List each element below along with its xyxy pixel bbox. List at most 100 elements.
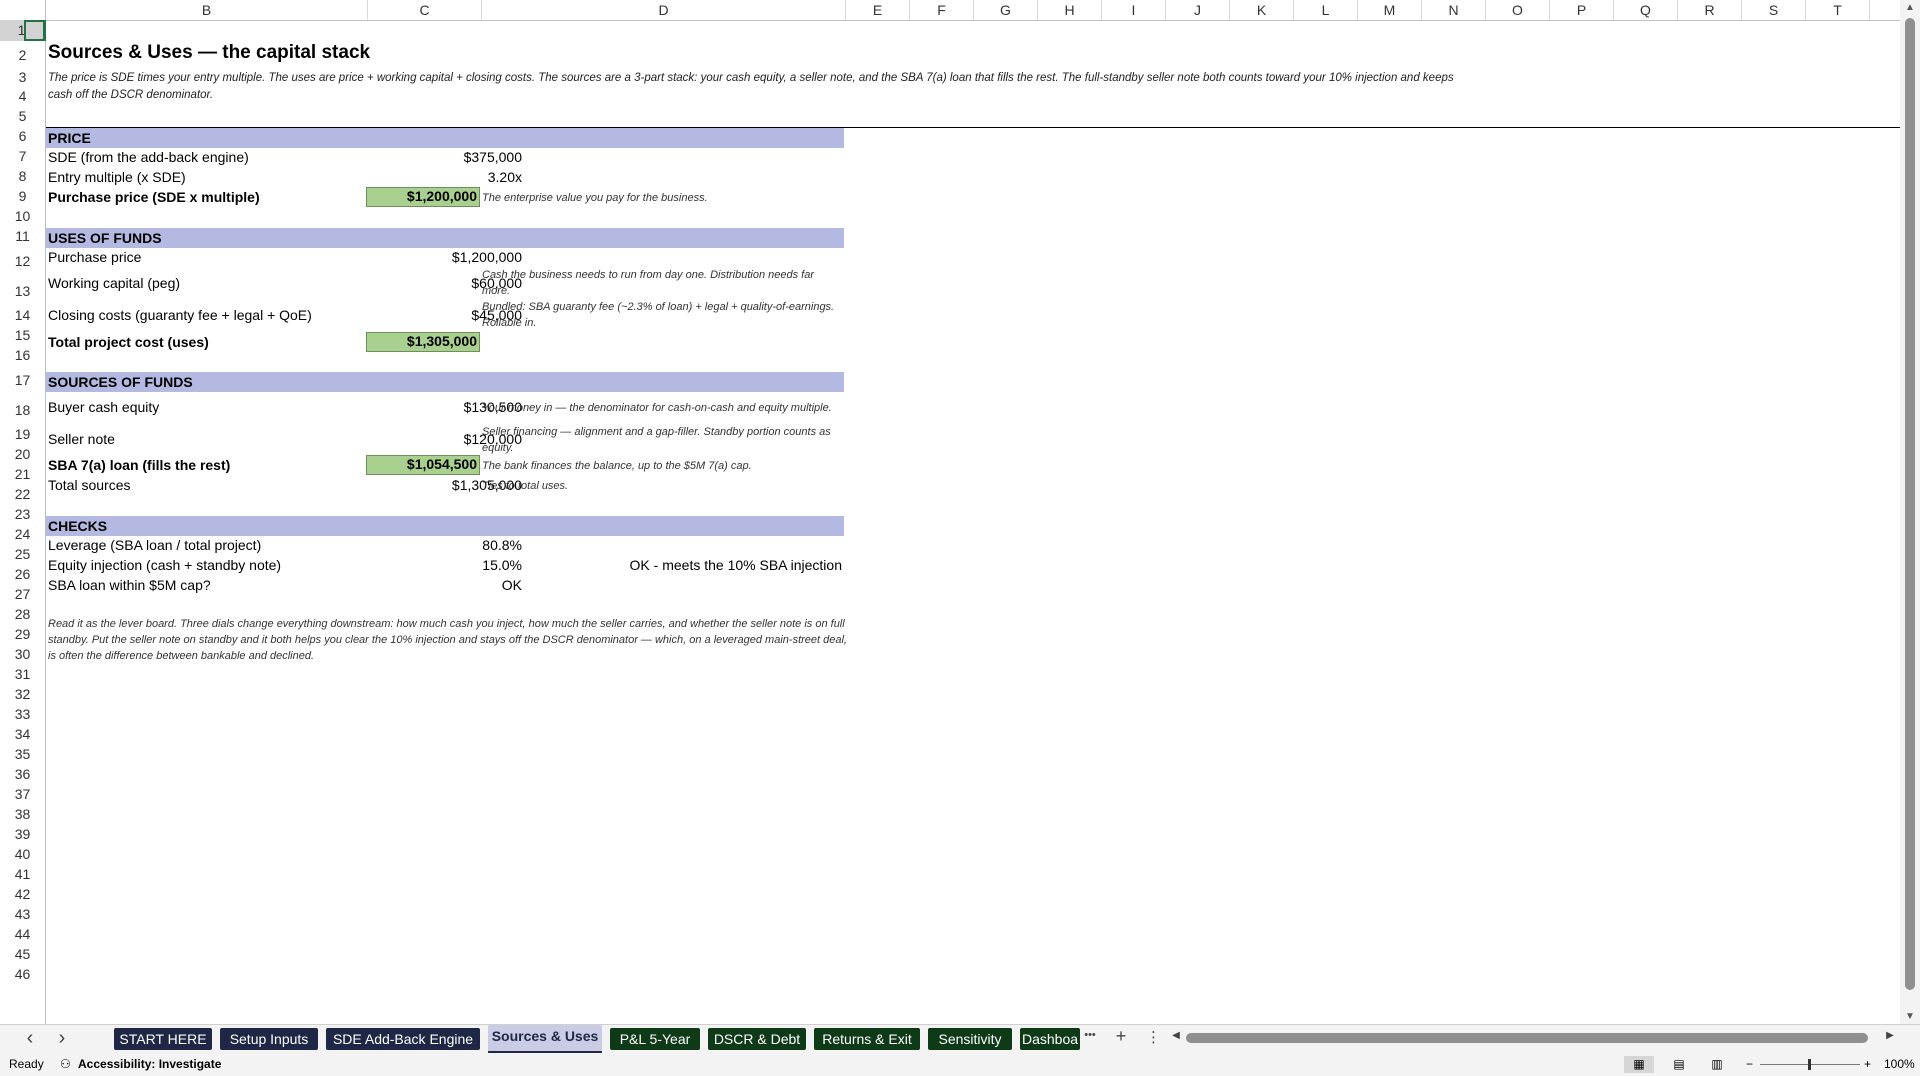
column-header-b[interactable]: B [46,0,368,20]
column-header-l[interactable]: L [1294,0,1358,20]
row-header-45[interactable]: 45 [0,944,45,964]
injection-label[interactable]: Equity injection (cash + standby note) [48,557,281,573]
leverage-label[interactable]: Leverage (SBA loan / total project) [48,537,261,553]
row-header-3[interactable]: 3 [0,69,45,86]
row-header-7[interactable]: 7 [0,146,45,166]
buyer-equity-label[interactable]: Buyer cash equity [48,399,159,415]
column-header-s[interactable]: S [1742,0,1806,20]
row-header-15[interactable]: 15 [0,325,45,345]
scroll-down-arrow-icon[interactable]: ▼ [1905,1011,1915,1022]
scroll-up-arrow-icon[interactable]: ▲ [1905,2,1915,13]
checks-section-header[interactable]: CHECKS [46,516,844,536]
working-capital-label[interactable]: Working capital (peg) [48,275,180,291]
row-header-6[interactable]: 6 [0,126,45,146]
accessibility-icon[interactable]: ⚇ [60,1053,71,1076]
row-header-33[interactable]: 33 [0,704,45,724]
leverage-value[interactable]: 80.8% [366,537,526,553]
row-header-21[interactable]: 21 [0,464,45,484]
row-header-14[interactable]: 14 [0,305,45,325]
column-header-n[interactable]: N [1422,0,1486,20]
column-header-e[interactable]: E [846,0,910,20]
row-header-34[interactable]: 34 [0,724,45,744]
sheet-tab[interactable]: Setup Inputs [220,1028,318,1050]
row-header-8[interactable]: 8 [0,166,45,186]
zoom-slider-thumb[interactable] [1808,1059,1811,1070]
sheet-intro[interactable]: The price is SDE times your entry multip… [48,70,1468,104]
row-header-12[interactable]: 12 [0,246,45,277]
closing-costs-note[interactable]: Bundled: SBA guaranty fee (~2.3% of loan… [482,299,842,331]
row-header-2[interactable]: 2 [0,41,45,69]
more-sheets-icon[interactable]: ••• [1082,1029,1098,1041]
row-header-42[interactable]: 42 [0,884,45,904]
sba-cap-label[interactable]: SBA loan within $5M cap? [48,577,211,593]
row-header-35[interactable]: 35 [0,744,45,764]
row-header-25[interactable]: 25 [0,544,45,564]
active-cell-selection[interactable] [24,20,46,41]
column-header-d[interactable]: D [482,0,846,20]
sheet-tab[interactable]: Sources & Uses [488,1025,602,1054]
row-header-5[interactable]: 5 [0,106,45,126]
row-header-24[interactable]: 24 [0,524,45,544]
row-header-20[interactable]: 20 [0,444,45,464]
total-sources-label[interactable]: Total sources [48,477,130,493]
purchase-price-label[interactable]: Purchase price (SDE x multiple) [48,189,260,205]
row-header-18[interactable]: 18 [0,396,45,424]
zoom-in-icon[interactable]: + [1864,1053,1871,1076]
column-header-m[interactable]: M [1358,0,1422,20]
column-header-t[interactable]: T [1806,0,1870,20]
sheet-tab[interactable]: START HERE [114,1028,212,1050]
row-header-41[interactable]: 41 [0,864,45,884]
total-uses-value[interactable]: $1,305,000 [366,332,480,352]
scroll-right-icon[interactable]: ▶ [1884,1030,1896,1041]
multiple-value[interactable]: 3.20x [366,169,526,185]
column-header-p[interactable]: P [1550,0,1614,20]
row-header-9[interactable]: 9 [0,186,45,206]
buyer-equity-note[interactable]: Your money in — the denominator for cash… [482,400,852,416]
column-header-c[interactable]: C [368,0,482,20]
row-header-30[interactable]: 30 [0,644,45,664]
footer-note[interactable]: Read it as the lever board. Three dials … [48,616,848,664]
sheet-tab[interactable]: SDE Add-Back Engine [326,1028,480,1050]
seller-note-label[interactable]: Seller note [48,431,115,447]
uses-section-header[interactable]: USES OF FUNDS [46,228,844,248]
vertical-scroll-thumb[interactable] [1905,18,1915,990]
row-header-39[interactable]: 39 [0,824,45,844]
row-header-46[interactable]: 46 [0,964,45,984]
normal-view-icon[interactable]: ▦ [1624,1056,1654,1073]
horizontal-scroll-thumb[interactable] [1186,1033,1868,1043]
row-header-22[interactable]: 22 [0,484,45,504]
zoom-out-icon[interactable]: − [1746,1053,1753,1076]
add-sheet-icon[interactable]: + [1112,1026,1130,1047]
column-header-r[interactable]: R [1678,0,1742,20]
row-header-36[interactable]: 36 [0,764,45,784]
total-uses-label[interactable]: Total project cost (uses) [48,334,209,350]
column-header-o[interactable]: O [1486,0,1550,20]
sde-label[interactable]: SDE (from the add-back engine) [48,149,249,165]
uses-price-label[interactable]: Purchase price [48,249,141,265]
sheet-title[interactable]: Sources & Uses — the capital stack [48,42,370,64]
sba-loan-label[interactable]: SBA 7(a) loan (fills the rest) [48,457,230,473]
sheet-tab[interactable]: Dashboa [1020,1028,1080,1050]
row-header-32[interactable]: 32 [0,684,45,704]
vertical-scrollbar[interactable]: ▲ ▼ [1900,0,1920,1024]
multiple-label[interactable]: Entry multiple (x SDE) [48,169,186,185]
column-header-k[interactable]: K [1230,0,1294,20]
column-header-q[interactable]: Q [1614,0,1678,20]
row-header-4[interactable]: 4 [0,86,45,106]
sources-section-header[interactable]: SOURCES OF FUNDS [46,372,844,392]
total-sources-note[interactable]: Ties to total uses. [482,478,852,494]
row-header-10[interactable]: 10 [0,206,45,226]
injection-status[interactable]: OK - meets the 10% SBA injection [526,557,842,573]
row-header-44[interactable]: 44 [0,924,45,944]
row-header-29[interactable]: 29 [0,624,45,644]
prev-sheet-icon[interactable]: ‹ [22,1027,38,1050]
column-header-f[interactable]: F [910,0,974,20]
sheet-menu-icon[interactable]: ⋮ [1146,1028,1161,1046]
accessibility-status[interactable]: Accessibility: Investigate [78,1053,221,1076]
row-header-40[interactable]: 40 [0,844,45,864]
column-header-g[interactable]: G [974,0,1038,20]
row-header-31[interactable]: 31 [0,664,45,684]
zoom-level[interactable]: 100% [1884,1053,1915,1076]
row-header-38[interactable]: 38 [0,804,45,824]
row-header-23[interactable]: 23 [0,504,45,524]
